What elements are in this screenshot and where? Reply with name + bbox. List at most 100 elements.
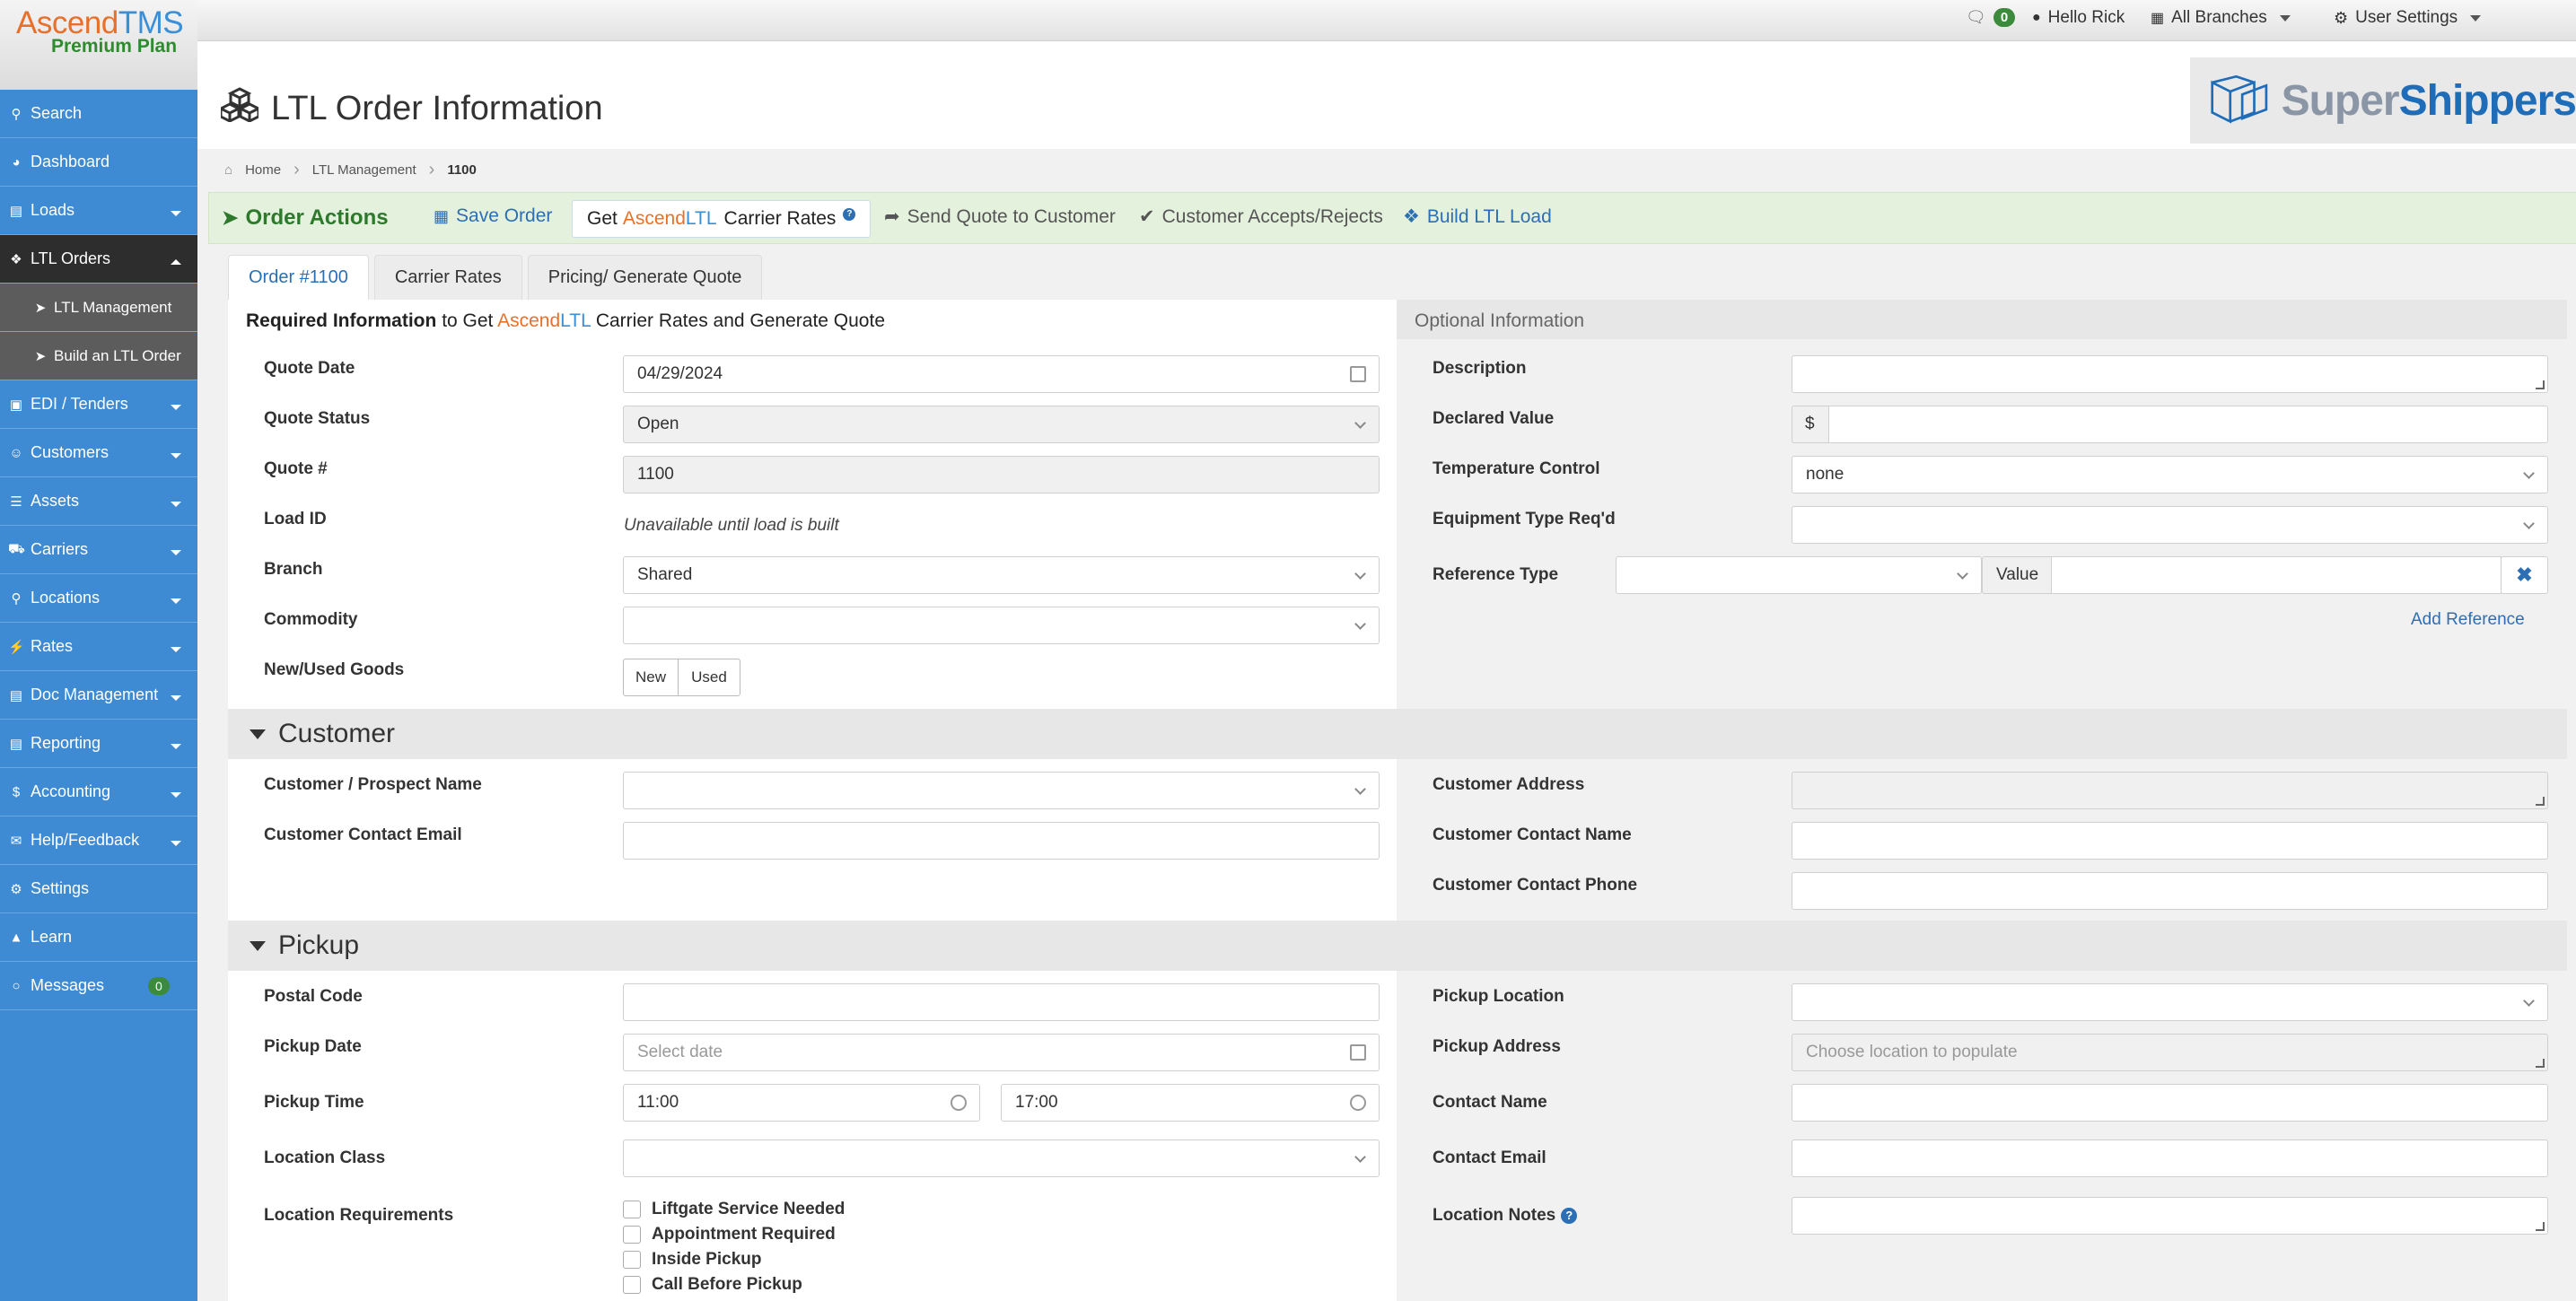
partner-logo: SuperShippers	[2190, 57, 2576, 144]
chevron-down-icon	[171, 598, 181, 604]
pickup-time-to-field[interactable]: 17:00	[1001, 1084, 1380, 1122]
sidebar-item-label: Settings	[31, 879, 90, 897]
pickup-section-header[interactable]: Pickup	[228, 921, 2567, 971]
sidebar-item-edi-tenders[interactable]: ▣ EDI / Tenders	[0, 380, 197, 429]
appointment-checkbox[interactable]: Appointment Required	[623, 1225, 836, 1244]
help-icon[interactable]: ?	[843, 208, 856, 221]
inside-pickup-label: Inside Pickup	[652, 1250, 762, 1269]
declared-value-field[interactable]	[1828, 406, 2548, 443]
sidebar-item-ltl-management[interactable]: ➤ LTL Management	[0, 284, 197, 332]
inside-pickup-checkbox[interactable]: Inside Pickup	[623, 1250, 761, 1270]
save-order-button[interactable]: ▦ Save Order	[434, 205, 552, 227]
quote-date-field[interactable]: 04/29/2024	[623, 355, 1380, 393]
location-notes-textarea[interactable]	[1792, 1197, 2548, 1235]
caret-down-icon	[250, 940, 266, 951]
graduation-cap-icon: ▲	[9, 930, 23, 945]
commodity-select[interactable]	[623, 607, 1380, 644]
sidebar-item-carriers[interactable]: ⛟ Carriers	[0, 526, 197, 574]
new-goods-button[interactable]: New	[623, 659, 679, 696]
sidebar-item-ltl-orders[interactable]: ❖ LTL Orders	[0, 235, 197, 284]
sidebar-item-learn[interactable]: ▲ Learn	[0, 913, 197, 962]
top-bar: 🗨 0 ● Hello Rick ▦ All Branches ⚙ User S…	[0, 0, 2576, 41]
branches-label: All Branches	[2171, 8, 2267, 27]
temperature-control-select[interactable]: none	[1792, 456, 2548, 493]
calendar-icon	[1350, 366, 1366, 382]
breadcrumb-home[interactable]: Home	[245, 162, 281, 178]
declared-value-label: Declared Value	[1433, 409, 1555, 428]
add-reference-link[interactable]: Add Reference	[2411, 610, 2525, 630]
quote-status-select[interactable]: Open	[623, 406, 1380, 443]
user-settings-dropdown[interactable]: ⚙ User Settings	[2334, 8, 2482, 28]
messages-indicator[interactable]: 🗨 0	[1966, 8, 2016, 27]
reference-value-addon: Value	[1982, 556, 2052, 594]
liftgate-checkbox[interactable]: Liftgate Service Needed	[623, 1200, 845, 1219]
sidebar-item-customers[interactable]: ☺ Customers	[0, 429, 197, 477]
location-class-select[interactable]	[623, 1139, 1380, 1177]
help-icon[interactable]: ?	[1561, 1208, 1578, 1224]
branch-select[interactable]: Shared	[623, 556, 1380, 594]
optional-info-heading: Optional Information	[1415, 310, 1585, 331]
sidebar-item-search[interactable]: ⚲ Search	[0, 90, 197, 138]
pickup-time-label: Pickup Time	[264, 1093, 364, 1112]
build-ltl-load-button[interactable]: ❖ Build LTL Load	[1403, 205, 1552, 228]
location-requirements-label: Location Requirements	[264, 1206, 454, 1225]
pickup-date-field[interactable]: Select date	[623, 1034, 1380, 1071]
customer-address-textarea	[1792, 772, 2548, 809]
contact-email-field[interactable]	[1792, 1139, 2548, 1177]
circle-arrow-icon: ➤	[34, 300, 47, 316]
sidebar-item-rates[interactable]: ⚡ Rates	[0, 623, 197, 671]
sidebar-item-settings[interactable]: ⚙ Settings	[0, 865, 197, 913]
breadcrumb-current: 1100	[447, 162, 477, 178]
send-quote-label: Send Quote to Customer	[907, 205, 1116, 227]
brand-logo[interactable]: AscendTMS Premium Plan	[0, 0, 197, 90]
call-before-pickup-checkbox[interactable]: Call Before Pickup	[623, 1275, 802, 1295]
user-icon: ●	[2032, 10, 2041, 25]
customer-section-header[interactable]: Customer	[228, 709, 2567, 759]
user-greeting[interactable]: ● Hello Rick	[2032, 8, 2125, 28]
chevron-down-icon	[171, 210, 181, 216]
branches-dropdown[interactable]: ▦ All Branches	[2151, 8, 2291, 28]
equipment-type-select[interactable]	[1792, 506, 2548, 544]
chevron-down-icon	[2523, 995, 2535, 1007]
tab-order[interactable]: Order #1100	[228, 255, 369, 300]
sidebar-item-messages[interactable]: ○ Messages 0	[0, 962, 197, 1010]
sidebar-item-accounting[interactable]: $ Accounting	[0, 768, 197, 816]
sidebar-item-label: Locations	[31, 589, 101, 607]
messages-badge: 0	[148, 976, 170, 995]
get-carrier-rates-button[interactable]: Get AscendLTL Carrier Rates ?	[572, 200, 872, 238]
customer-contact-name-label: Customer Contact Name	[1433, 825, 1632, 844]
send-quote-button[interactable]: ➦ Send Quote to Customer	[884, 205, 1116, 228]
pickup-location-select[interactable]	[1792, 983, 2548, 1021]
tab-carrier-rates[interactable]: Carrier Rates	[373, 255, 522, 300]
customer-email-field[interactable]	[623, 822, 1380, 860]
sidebar-item-label: Rates	[31, 637, 74, 655]
postal-code-field[interactable]	[623, 983, 1380, 1021]
sidebar-item-doc-management[interactable]: ▤ Doc Management	[0, 671, 197, 720]
sidebar-item-label: Customers	[31, 443, 110, 461]
remove-reference-button[interactable]: ✖	[2501, 556, 2548, 594]
breadcrumb-ltl-management[interactable]: LTL Management	[312, 162, 416, 178]
chevron-down-icon	[171, 404, 181, 410]
reference-value-field[interactable]	[2051, 556, 2502, 594]
build-ltl-load-label: Build LTL Load	[1426, 205, 1552, 227]
customer-accepts-button[interactable]: ✔ Customer Accepts/Rejects	[1139, 205, 1383, 228]
customer-contact-name-field[interactable]	[1792, 822, 2548, 860]
contact-name-field[interactable]	[1792, 1084, 2548, 1122]
customer-name-select[interactable]	[623, 772, 1380, 809]
sidebar-item-label: EDI / Tenders	[31, 395, 128, 413]
sidebar-item-dashboard[interactable]: ◕ Dashboard	[0, 138, 197, 187]
description-textarea[interactable]	[1792, 355, 2548, 393]
save-icon: ▦	[434, 206, 450, 225]
customer-contact-phone-field[interactable]	[1792, 872, 2548, 910]
map-pin-icon: ⚲	[11, 590, 22, 607]
used-goods-button[interactable]: Used	[678, 659, 740, 696]
sidebar-item-build-ltl-order[interactable]: ➤ Build an LTL Order	[0, 332, 197, 380]
sidebar-item-help-feedback[interactable]: ✉ Help/Feedback	[0, 816, 197, 865]
sidebar-item-locations[interactable]: ⚲ Locations	[0, 574, 197, 623]
tab-pricing-generate-quote[interactable]: Pricing/ Generate Quote	[527, 255, 763, 300]
sidebar-item-reporting[interactable]: ▤ Reporting	[0, 720, 197, 768]
pickup-time-from-field[interactable]: 11:00	[623, 1084, 980, 1122]
reference-type-select[interactable]	[1616, 556, 1982, 594]
sidebar-item-loads[interactable]: ▤ Loads	[0, 187, 197, 235]
sidebar-item-assets[interactable]: ☰ Assets	[0, 477, 197, 526]
